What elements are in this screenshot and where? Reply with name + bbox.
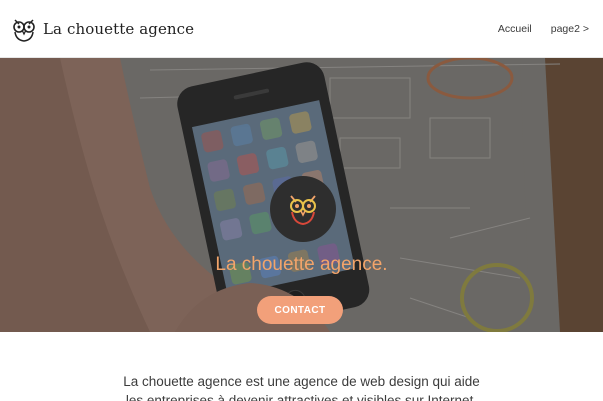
contact-button[interactable]: CONTACT — [257, 296, 343, 324]
site-header: La chouette agence Accueil page2 > — [0, 0, 603, 58]
hero-title: La chouette agence. — [215, 254, 388, 275]
intro-line-2: les entreprises à devenir attractives et… — [125, 393, 478, 401]
intro-line-1: La chouette agence est une agence de web… — [123, 374, 480, 389]
brand-name: La chouette agence — [43, 20, 195, 38]
nav-link-accueil[interactable]: Accueil — [498, 23, 532, 35]
nav-link-page2[interactable]: page2 > — [551, 23, 589, 35]
owl-icon — [290, 195, 316, 226]
intro-text: La chouette agence est une agence de web… — [0, 372, 603, 401]
main-nav: Accueil page2 > — [498, 23, 589, 35]
brand[interactable]: La chouette agence — [10, 12, 194, 46]
hero-banner: La chouette agence. CONTACT — [0, 58, 603, 332]
owl-logo-icon — [13, 19, 35, 42]
owl-badge — [270, 176, 336, 242]
